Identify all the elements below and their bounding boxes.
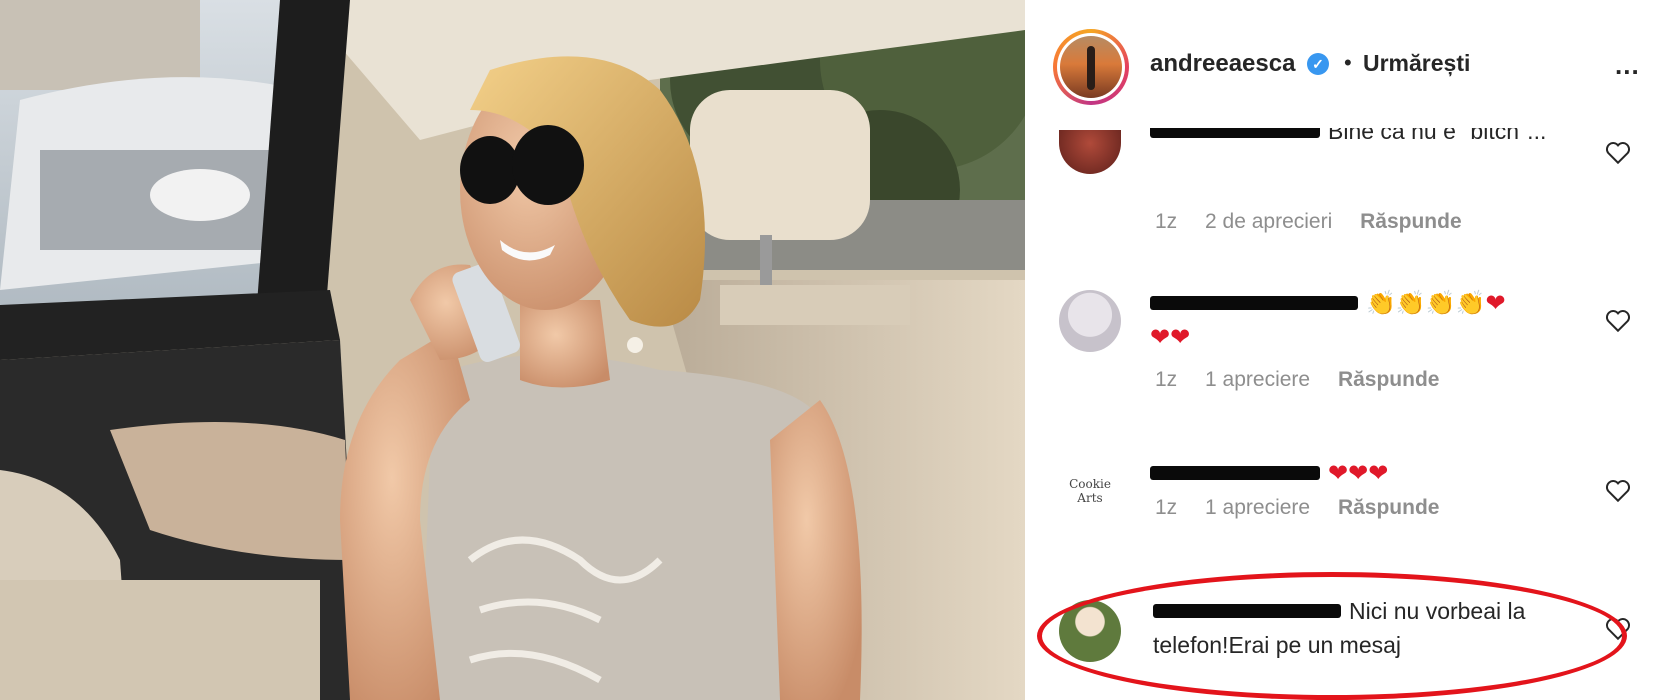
comment-time: 1z: [1155, 210, 1178, 233]
photo-scene: [0, 0, 1025, 700]
red-heart-emoji: ❤: [1485, 290, 1506, 317]
redacted-username: [1150, 295, 1358, 310]
post-photo: [0, 0, 1025, 700]
red-heart-emoji: ❤❤❤: [1328, 460, 1389, 487]
highlight-circle-annotation: [1037, 572, 1627, 700]
comment-likes[interactable]: 2 de aprecieri: [1205, 210, 1332, 233]
avatar-label: Arts: [1077, 491, 1103, 505]
avatar-image: [1060, 36, 1122, 98]
reply-button[interactable]: Răspunde: [1338, 368, 1440, 391]
comments-list: Bine ca nu e "bitch"... 1z 2 de aprecier…: [1025, 128, 1677, 700]
username[interactable]: andreeaesca: [1150, 50, 1295, 78]
separator-dot: •: [1344, 50, 1352, 75]
comment-avatar[interactable]: Cookie Arts: [1059, 462, 1121, 524]
comment-text: 👏👏👏👏❤ ❤❤: [1150, 286, 1560, 354]
post-header: andreeaesca ✓ • Urmărești ...: [1025, 0, 1677, 130]
comments-panel: andreeaesca ✓ • Urmărești ... Bine ca nu…: [1025, 0, 1677, 700]
follow-status-button[interactable]: Urmărești: [1363, 50, 1470, 77]
comment-body: Bine ca nu e "bitch"...: [1328, 128, 1547, 144]
comment-text: Bine ca nu e "bitch"...: [1150, 128, 1560, 148]
comment-time: 1z: [1155, 496, 1178, 519]
reply-button[interactable]: Răspunde: [1338, 496, 1440, 519]
profile-avatar[interactable]: [1053, 29, 1129, 105]
red-heart-emoji: ❤❤: [1150, 324, 1191, 351]
comment-time: 1z: [1155, 368, 1178, 391]
comment-likes[interactable]: 1 apreciere: [1205, 368, 1310, 391]
comment-meta: 1z 2 de aprecieri Răspunde: [1155, 210, 1484, 234]
like-heart-icon[interactable]: [1605, 478, 1631, 504]
verified-badge-icon: ✓: [1307, 53, 1329, 75]
reply-button[interactable]: Răspunde: [1360, 210, 1462, 233]
more-options-icon[interactable]: ...: [1615, 50, 1640, 81]
like-heart-icon[interactable]: [1605, 140, 1631, 166]
comment-avatar[interactable]: [1059, 290, 1121, 352]
comment-meta: 1z 1 apreciere Răspunde: [1155, 496, 1461, 520]
redacted-username: [1150, 465, 1320, 480]
comment-avatar[interactable]: [1059, 130, 1121, 174]
comment-likes[interactable]: 1 apreciere: [1205, 496, 1310, 519]
like-heart-icon[interactable]: [1605, 308, 1631, 334]
avatar-label: Cookie: [1069, 477, 1111, 491]
avatar-border: [1057, 33, 1125, 101]
redacted-username: [1150, 128, 1320, 138]
comment-meta: 1z 1 apreciere Răspunde: [1155, 368, 1461, 392]
clapping-hands-emoji: 👏👏👏👏: [1366, 290, 1486, 317]
comment-text: ❤❤❤: [1150, 456, 1560, 490]
